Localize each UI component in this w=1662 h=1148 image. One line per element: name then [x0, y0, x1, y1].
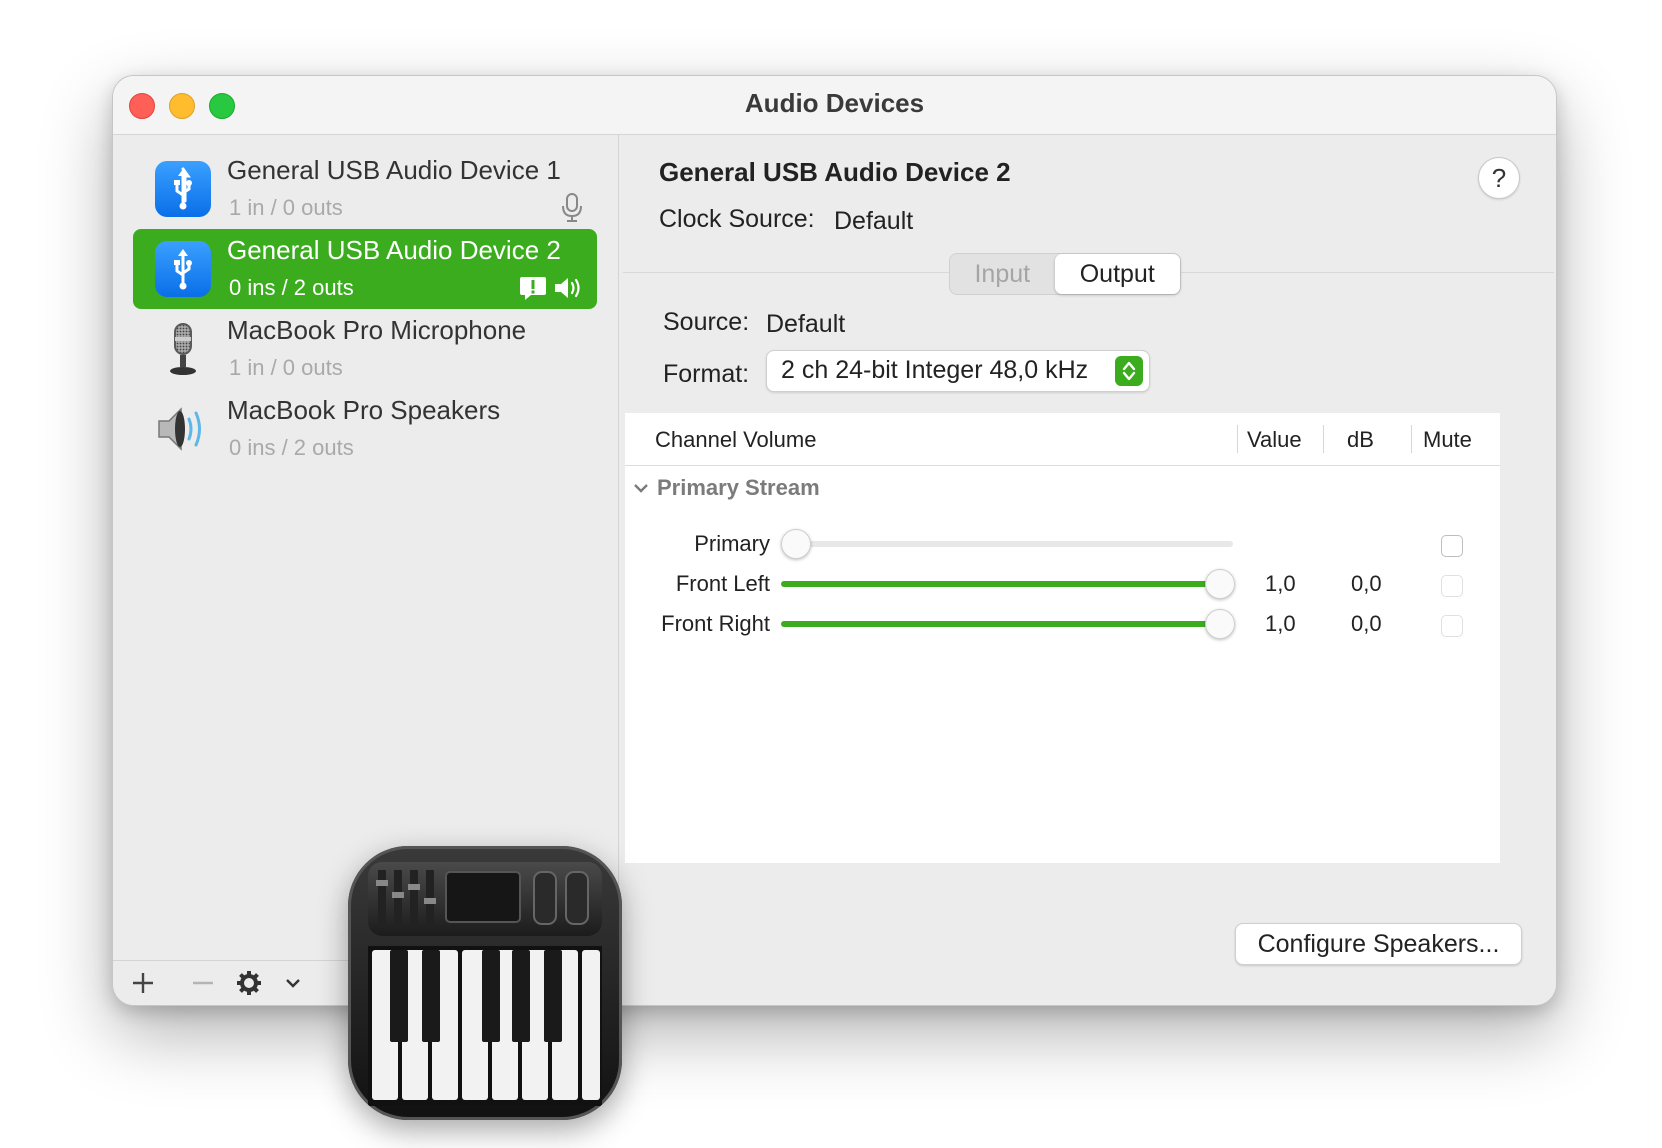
device-status: [519, 273, 583, 303]
remove-device-button[interactable]: [187, 967, 219, 999]
clock-source-value: Default: [834, 207, 914, 235]
microphone-device-icon: [155, 321, 211, 377]
format-label: Format:: [663, 360, 750, 388]
channel-value: 1,0: [1265, 571, 1296, 596]
mute-checkbox-front-right[interactable]: [1441, 615, 1463, 637]
device-title: General USB Audio Device 2: [659, 157, 1011, 187]
channel-value: 1,0: [1265, 611, 1296, 636]
help-button[interactable]: ?: [1478, 157, 1520, 199]
device-name: MacBook Pro Microphone: [227, 315, 527, 345]
source-value: Default: [766, 310, 846, 338]
column-divider: [1411, 425, 1412, 453]
device-name: General USB Audio Device 2: [227, 235, 561, 265]
stream-group-label: Primary Stream: [657, 475, 820, 500]
stream-group-row[interactable]: Primary Stream: [633, 475, 820, 501]
device-channels: 1 in / 0 outs: [229, 195, 343, 220]
volume-slider-primary[interactable]: [781, 529, 1233, 559]
speaker-icon: [555, 278, 580, 298]
device-item-macbook-microphone[interactable]: MacBook Pro Microphone 1 in / 0 outs: [133, 309, 597, 389]
slider-fill: [781, 621, 1219, 627]
speaker-device-icon: [155, 401, 211, 457]
device-status: [561, 193, 583, 223]
up-down-arrows-icon: [1115, 356, 1143, 386]
device-channels: 0 ins / 2 outs: [229, 435, 354, 460]
title-bar: Audio Devices: [113, 76, 1556, 135]
microphone-icon: [562, 193, 582, 222]
device-item-general-usb-1[interactable]: General USB Audio Device 1 1 in / 0 outs: [133, 149, 597, 229]
format-value: 2 ch 24-bit Integer 48,0 kHz: [781, 356, 1089, 384]
usb-icon: [155, 161, 211, 217]
chevron-down-icon: [286, 979, 300, 988]
window-title: Audio Devices: [744, 88, 925, 118]
volume-slider-front-left[interactable]: [781, 569, 1235, 599]
audio-midi-setup-app-icon: [348, 846, 622, 1120]
device-channels: 1 in / 0 outs: [229, 355, 343, 380]
usb-icon: [155, 241, 211, 297]
table-header: Channel Volume Value dB Mute: [625, 413, 1500, 466]
minus-icon: [193, 981, 213, 985]
device-detail-pane: General USB Audio Device 2 Clock Source:…: [619, 135, 1556, 1005]
slider-knob[interactable]: [781, 529, 811, 559]
gear-icon: [237, 971, 261, 995]
keyboard-mixer-icon: [368, 862, 602, 1106]
add-device-button[interactable]: [127, 967, 159, 999]
header-channel-volume: Channel Volume: [655, 427, 817, 452]
mute-checkbox-front-left[interactable]: [1441, 575, 1463, 597]
column-divider: [1237, 425, 1238, 453]
slider-knob[interactable]: [1205, 569, 1235, 599]
slider-fill: [781, 581, 1219, 587]
device-name: General USB Audio Device 1: [227, 155, 561, 185]
column-divider: [1323, 425, 1324, 453]
header-mute: Mute: [1423, 427, 1472, 452]
channel-db: 0,0: [1351, 571, 1382, 596]
clock-source-label: Clock Source:: [659, 205, 815, 233]
header-value: Value: [1247, 427, 1302, 452]
configure-speakers-button[interactable]: Configure Speakers...: [1235, 923, 1522, 965]
tab-output[interactable]: Output: [1054, 254, 1180, 294]
slider-knob[interactable]: [1205, 609, 1235, 639]
channel-volume-table: Channel Volume Value dB Mute Primary Str…: [625, 413, 1500, 863]
settings-dropdown-button[interactable]: [277, 967, 309, 999]
audio-devices-window: Audio Devices General USB Audio Device 1…: [112, 75, 1557, 1006]
device-item-general-usb-2[interactable]: General USB Audio Device 2 0 ins / 2 out…: [133, 229, 597, 309]
format-select[interactable]: 2 ch 24-bit Integer 48,0 kHz: [766, 350, 1150, 392]
input-output-tabs: Input Output: [949, 253, 1181, 295]
mute-checkbox-primary[interactable]: [1441, 535, 1463, 557]
plus-icon: [133, 973, 153, 993]
chevron-down-icon: [634, 484, 648, 493]
channel-label: Primary: [694, 531, 770, 556]
settings-menu-button[interactable]: [233, 967, 265, 999]
source-label: Source:: [663, 308, 750, 336]
channel-label: Front Left: [675, 571, 770, 596]
device-channels: 0 ins / 2 outs: [229, 275, 354, 300]
channel-label: Front Right: [661, 611, 770, 636]
alert-bubble-icon: [520, 277, 546, 300]
tab-input[interactable]: Input: [950, 254, 1055, 294]
device-name: MacBook Pro Speakers: [227, 395, 501, 425]
header-db: dB: [1347, 427, 1374, 452]
volume-slider-front-right[interactable]: [781, 609, 1235, 639]
device-item-macbook-speakers[interactable]: MacBook Pro Speakers 0 ins / 2 outs: [133, 389, 597, 469]
channel-db: 0,0: [1351, 611, 1382, 636]
